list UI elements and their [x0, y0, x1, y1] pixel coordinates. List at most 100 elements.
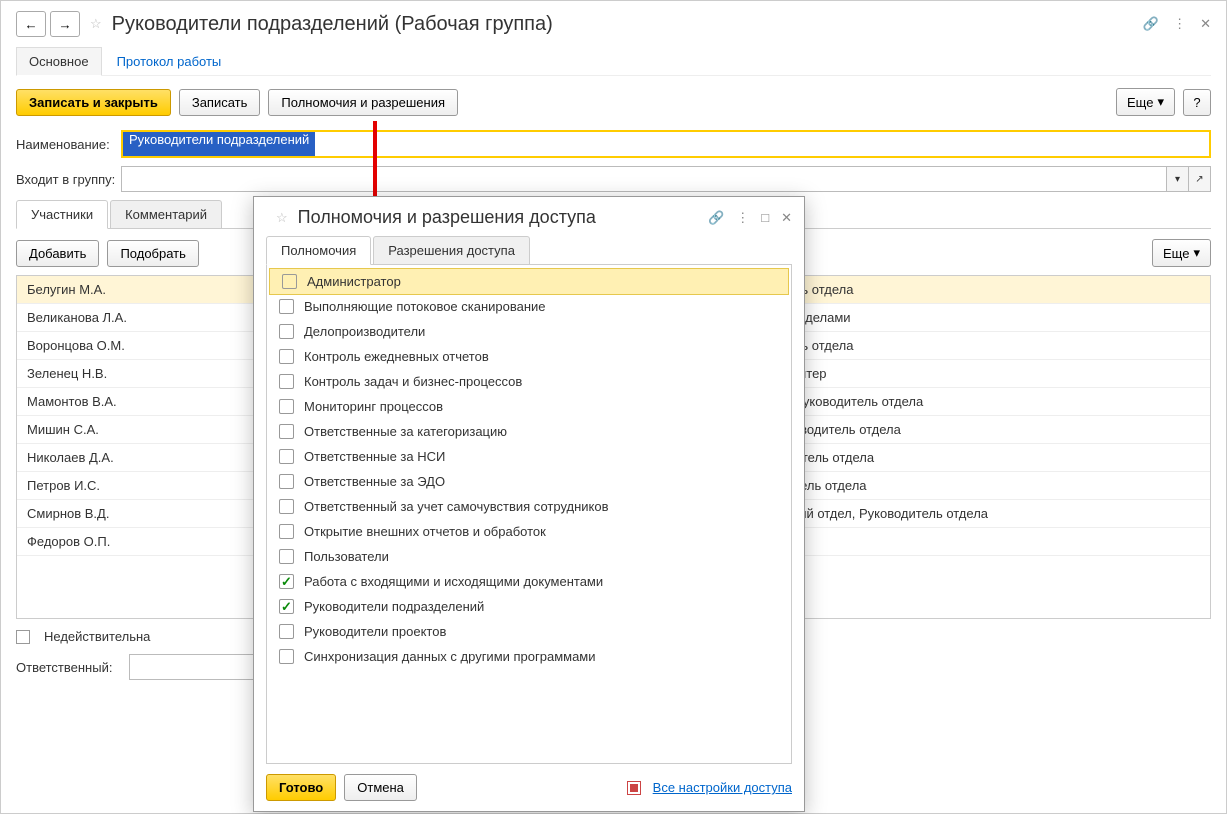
name-label: Наименование: — [16, 137, 121, 152]
dialog-title: Полномочия и разрешения доступа — [298, 207, 708, 228]
all-settings-link[interactable]: Все настройки доступа — [653, 780, 792, 795]
maximize-icon[interactable]: □ — [761, 210, 769, 226]
tab-comment[interactable]: Комментарий — [110, 200, 222, 228]
pick-button[interactable]: Подобрать — [107, 240, 198, 267]
permission-checkbox[interactable] — [279, 299, 294, 314]
tab-access[interactable]: Разрешения доступа — [373, 236, 530, 264]
permission-row[interactable]: Синхронизация данных с другими программа… — [267, 644, 791, 669]
chevron-down-icon: ▾ — [1193, 245, 1200, 261]
kebab-icon[interactable]: ⋮ — [1173, 16, 1186, 32]
link-icon[interactable]: 🔗 — [708, 210, 724, 226]
permission-label: Ответственные за ЭДО — [304, 474, 445, 489]
permission-row[interactable]: Руководители подразделений — [267, 594, 791, 619]
permission-label: Работа с входящими и исходящими документ… — [304, 574, 603, 589]
cell-role: итель отдела — [777, 472, 1210, 500]
name-input[interactable]: Руководители подразделений — [123, 132, 315, 156]
cancel-button[interactable]: Отмена — [344, 774, 417, 801]
tab-protocol[interactable]: Протокол работы — [104, 47, 235, 75]
permission-row[interactable]: Пользователи — [267, 544, 791, 569]
permission-checkbox[interactable] — [279, 424, 294, 439]
more-label: Еще — [1127, 95, 1153, 110]
permission-checkbox[interactable] — [279, 499, 294, 514]
cell-name: Зеленец Н.В. — [17, 360, 217, 388]
favorite-icon[interactable]: ☆ — [276, 210, 288, 226]
close-icon[interactable]: ✕ — [1200, 16, 1211, 32]
group-input[interactable] — [122, 167, 1166, 191]
dropdown-icon[interactable]: ▾ — [1166, 167, 1188, 191]
permission-row[interactable]: Делопроизводители — [267, 319, 791, 344]
name-input-rest[interactable] — [315, 132, 1209, 156]
permission-checkbox[interactable] — [279, 374, 294, 389]
permissions-button[interactable]: Полномочия и разрешения — [268, 89, 458, 116]
permission-checkbox[interactable] — [279, 649, 294, 664]
permission-row[interactable]: Ответственные за категоризацию — [267, 419, 791, 444]
permission-label: Администратор — [307, 274, 401, 289]
help-button[interactable]: ? — [1183, 89, 1211, 116]
more-button[interactable]: Еще ▾ — [1116, 88, 1175, 116]
toolbar: Записать и закрыть Записать Полномочия и… — [16, 88, 1211, 116]
responsible-label: Ответственный: — [16, 660, 121, 675]
close-icon[interactable]: ✕ — [781, 210, 792, 226]
permission-row[interactable]: Мониторинг процессов — [267, 394, 791, 419]
back-button[interactable]: ← — [16, 11, 46, 37]
cell-role: , Руководитель отдела — [777, 388, 1210, 416]
permission-label: Контроль задач и бизнес-процессов — [304, 374, 522, 389]
cell-name: Белугин М.А. — [17, 276, 217, 304]
cell-name: Федоров О.П. — [17, 528, 217, 556]
permission-checkbox[interactable] — [279, 599, 294, 614]
permission-row[interactable]: Работа с входящими и исходящими документ… — [267, 569, 791, 594]
permission-row[interactable]: Контроль ежедневных отчетов — [267, 344, 791, 369]
page-title: Руководители подразделений (Рабочая груп… — [112, 13, 1143, 36]
permission-row[interactable]: Администратор — [269, 268, 789, 295]
tab-main[interactable]: Основное — [16, 47, 102, 76]
cell-name: Николаев Д.А. — [17, 444, 217, 472]
permission-checkbox[interactable] — [279, 549, 294, 564]
permission-checkbox[interactable] — [282, 274, 297, 289]
permission-checkbox[interactable] — [279, 524, 294, 539]
permission-row[interactable]: Контроль задач и бизнес-процессов — [267, 369, 791, 394]
open-icon[interactable]: ↗ — [1188, 167, 1210, 191]
cell-role: ель отдела — [777, 332, 1210, 360]
permission-checkbox[interactable] — [279, 349, 294, 364]
permission-row[interactable]: Ответственный за учет самочувствия сотру… — [267, 494, 791, 519]
sub-more-button[interactable]: Еще ▾ — [1152, 239, 1211, 267]
permission-row[interactable]: Открытие внешних отчетов и обработок — [267, 519, 791, 544]
cell-name: Смирнов В.Д. — [17, 500, 217, 528]
permission-label: Делопроизводители — [304, 324, 425, 339]
permission-row[interactable]: Выполняющие потоковое сканирование — [267, 294, 791, 319]
permission-row[interactable]: Руководители проектов — [267, 619, 791, 644]
permission-checkbox[interactable] — [279, 474, 294, 489]
link-icon[interactable]: 🔗 — [1143, 16, 1159, 32]
favorite-icon[interactable]: ☆ — [90, 16, 102, 32]
kebab-icon[interactable]: ⋮ — [736, 210, 749, 226]
inactive-checkbox[interactable] — [16, 630, 30, 644]
permission-checkbox[interactable] — [279, 574, 294, 589]
permission-label: Ответственные за категоризацию — [304, 424, 507, 439]
chevron-down-icon: ▾ — [1157, 94, 1164, 110]
permissions-list[interactable]: Администратор Выполняющие потоковое скани… — [266, 265, 792, 764]
permission-checkbox[interactable] — [279, 624, 294, 639]
sub-more-label: Еще — [1163, 246, 1189, 261]
permission-checkbox[interactable] — [279, 449, 294, 464]
done-button[interactable]: Готово — [266, 774, 336, 801]
cell-role: галтер — [777, 360, 1210, 388]
permission-row[interactable]: Ответственные за ЭДО — [267, 469, 791, 494]
permission-checkbox[interactable] — [279, 399, 294, 414]
cell-role — [777, 528, 1210, 556]
permission-row[interactable]: Ответственные за НСИ — [267, 444, 791, 469]
tab-participants[interactable]: Участники — [16, 200, 108, 229]
save-close-button[interactable]: Записать и закрыть — [16, 89, 171, 116]
inactive-label: Недействительна — [44, 629, 150, 644]
tab-permissions[interactable]: Полномочия — [266, 236, 371, 265]
forward-button[interactable]: → — [50, 11, 80, 37]
permission-label: Руководители проектов — [304, 624, 446, 639]
nav-tabs: Основное Протокол работы — [16, 47, 1211, 76]
permission-label: Пользователи — [304, 549, 389, 564]
permissions-dialog: ☆ Полномочия и разрешения доступа 🔗 ⋮ □ … — [253, 196, 805, 812]
add-button[interactable]: Добавить — [16, 240, 99, 267]
save-button[interactable]: Записать — [179, 89, 261, 116]
permission-label: Контроль ежедневных отчетов — [304, 349, 489, 364]
doc-icon — [627, 781, 641, 795]
permission-checkbox[interactable] — [279, 324, 294, 339]
permission-label: Мониторинг процессов — [304, 399, 443, 414]
